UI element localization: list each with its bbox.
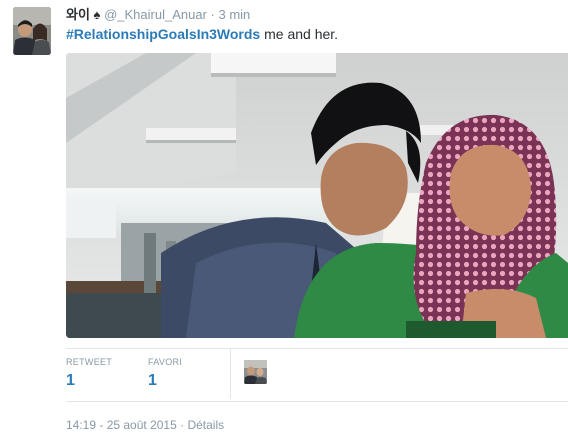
- favorites-label: FAVORI: [148, 357, 183, 367]
- author-display-name[interactable]: 와이: [66, 7, 90, 22]
- favoriter-avatar[interactable]: [244, 360, 267, 384]
- details-link[interactable]: Détails: [187, 418, 224, 432]
- retweets-count: 1: [66, 372, 75, 389]
- tweet-photo[interactable]: [66, 53, 568, 338]
- tweet-body-text: me and her.: [260, 26, 339, 42]
- tweet-timestamp: 14:19 - 25 août 2015: [66, 418, 177, 432]
- favorites-count: 1: [148, 372, 157, 389]
- favorite-stat[interactable]: FAVORI 1: [148, 356, 182, 392]
- tweet-footer: 14:19 - 25 août 2015 · Détails: [66, 418, 224, 432]
- retweets-label: RETWEET: [66, 357, 113, 367]
- retweet-stat[interactable]: RETWEET 1: [66, 356, 112, 392]
- tweet-stats: RETWEET 1 FAVORI 1: [66, 348, 568, 402]
- author-handle[interactable]: @_Khairul_Anuar: [104, 7, 207, 22]
- tweet-time-ago[interactable]: 3 min: [219, 7, 251, 22]
- tweet-text: #RelationshipGoalsIn3Words me and her.: [66, 25, 338, 44]
- tweet-header: 와이 ♠ @_Khairul_Anuar · 3 min: [66, 6, 250, 24]
- spade-icon: ♠: [93, 7, 101, 22]
- time-separator: ·: [210, 7, 215, 22]
- stats-divider: [230, 349, 231, 399]
- hashtag-link[interactable]: #RelationshipGoalsIn3Words: [66, 26, 260, 42]
- author-avatar[interactable]: [13, 7, 51, 55]
- footer-separator: ·: [176, 418, 188, 432]
